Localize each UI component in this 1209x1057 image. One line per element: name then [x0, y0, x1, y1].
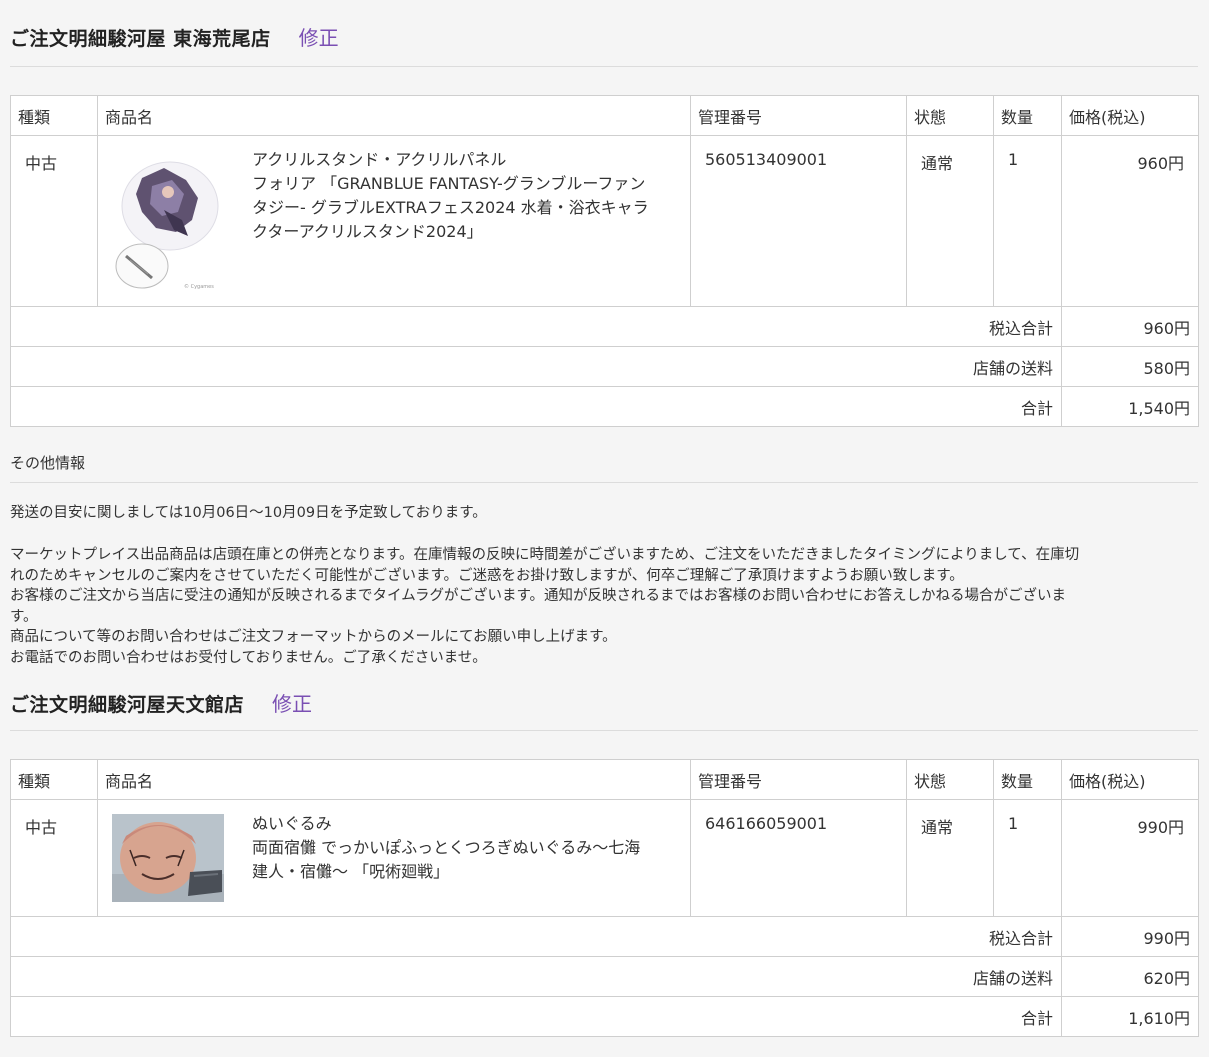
- header-condition: 状態: [906, 759, 994, 800]
- notice-line: お客様のご注文から当店に受注の通知が反映されるまでタイムラグがございます。通知が…: [10, 588, 1067, 604]
- subtotal-value: 960円: [1061, 306, 1199, 347]
- subtotal-label: 税込合計: [10, 916, 1062, 957]
- total-row: 合計 1,610円: [10, 996, 1199, 1037]
- header-type: 種類: [10, 95, 98, 136]
- shipping-notice-text: 発送の目安に関しましては10月06日～10月09日を予定致しております。: [10, 505, 487, 521]
- total-value: 1,610円: [1061, 996, 1199, 1037]
- product-image[interactable]: © Cygames: [112, 150, 224, 292]
- header-quantity: 数量: [993, 759, 1062, 800]
- product-name-line: クターアクリルスタンド2024」: [252, 222, 483, 241]
- header-product-name: 商品名: [97, 95, 691, 136]
- subtotal-row: 税込合計 990円: [10, 916, 1199, 957]
- notice-line: れのためキャンセルのご案内をさせていただく可能性がございます。ご迷惑をお掛け致し…: [10, 567, 964, 584]
- product-name-line: 両面宿儺 でっかいぽふっとくつろぎぬいぐるみ～七海: [252, 838, 641, 857]
- store-notice: マーケットプレイス出品商品は店頭在庫との併売となります。在庫情報の反映に時間差が…: [10, 545, 1198, 668]
- other-info-divider: [10, 482, 1198, 483]
- order2-title: ご注文明細駿河屋天文館店: [10, 694, 245, 716]
- other-info-title: その他情報: [10, 454, 86, 472]
- header-product-name: 商品名: [97, 759, 691, 800]
- total-value: 1,540円: [1061, 386, 1199, 427]
- item-product: ぬいぐるみ 両面宿儺 でっかいぽふっとくつろぎぬいぐるみ～七海 建人・宿儺～ 「…: [97, 799, 691, 917]
- item-condition: 通常: [906, 135, 994, 307]
- item-quantity: 1: [993, 135, 1062, 307]
- total-row: 合計 1,540円: [10, 386, 1199, 427]
- order1-divider: [10, 66, 1198, 67]
- product-name[interactable]: アクリルスタンド・アクリルパネル フォリア 「GRANBLUE FANTASY-…: [252, 148, 649, 292]
- product-name-line: フォリア 「GRANBLUE FANTASY-グランブルーファン: [252, 174, 646, 193]
- product-name-line: アクリルスタンド・アクリルパネル: [252, 150, 507, 169]
- item-product: © Cygames アクリルスタンド・アクリルパネル フォリア 「GRANBLU…: [97, 135, 691, 307]
- notice-line: お電話でのお問い合わせはお受付しておりません。ご了承くださいませ。: [10, 649, 487, 666]
- order1-table: 種類 商品名 管理番号 状態 数量 価格(税込) 中古 © Cygames アク…: [10, 95, 1199, 427]
- item-condition: 通常: [906, 799, 994, 917]
- shipping-notice: 発送の目安に関しましては10月06日～10月09日を予定致しております。: [10, 503, 1198, 524]
- product-name-line: 建人・宿儺～ 「呪術廻戦」: [252, 862, 450, 881]
- order2-header: ご注文明細駿河屋天文館店 修正: [10, 688, 312, 728]
- header-price: 価格(税込): [1061, 95, 1199, 136]
- order1-title: ご注文明細駿河屋 東海荒尾店: [10, 28, 271, 50]
- notice-line: マーケットプレイス出品商品は店頭在庫との併売となります。在庫情報の反映に時間差が…: [10, 547, 1080, 563]
- header-price: 価格(税込): [1061, 759, 1199, 800]
- table-header-row: 種類 商品名 管理番号 状態 数量 価格(税込): [10, 759, 1199, 800]
- product-name-line: ぬいぐるみ: [252, 814, 332, 833]
- subtotal-value: 990円: [1061, 916, 1199, 957]
- notice-line: 商品について等のお問い合わせはご注文フォーマットからのメールにてお願い申し上げま…: [10, 629, 617, 645]
- shipping-label: 店舗の送料: [10, 956, 1062, 997]
- header-type: 種類: [10, 759, 98, 800]
- item-code: 560513409001: [690, 135, 907, 307]
- product-name[interactable]: ぬいぐるみ 両面宿儺 でっかいぽふっとくつろぎぬいぐるみ～七海 建人・宿儺～ 「…: [252, 812, 640, 902]
- svg-text:© Cygames: © Cygames: [184, 283, 214, 290]
- item-quantity: 1: [993, 799, 1062, 917]
- order2-table: 種類 商品名 管理番号 状態 数量 価格(税込) 中古 ぬいぐるみ 両面宿儺 で…: [10, 759, 1199, 1037]
- shipping-row: 店舗の送料 620円: [10, 956, 1199, 997]
- notice-line: す。: [10, 608, 38, 625]
- header-condition: 状態: [906, 95, 994, 136]
- item-code: 646166059001: [690, 799, 907, 917]
- table-header-row: 種類 商品名 管理番号 状態 数量 価格(税込): [10, 95, 1199, 136]
- total-label: 合計: [10, 386, 1062, 427]
- order1-header: ご注文明細駿河屋 東海荒尾店 修正: [10, 22, 339, 62]
- shipping-value: 580円: [1061, 346, 1199, 387]
- order1-edit-link[interactable]: 修正: [299, 22, 339, 51]
- header-quantity: 数量: [993, 95, 1062, 136]
- product-name-line: タジー- グラブルEXTRAフェス2024 水着・浴衣キャラ: [252, 198, 649, 217]
- header-code: 管理番号: [690, 759, 907, 800]
- shipping-label: 店舗の送料: [10, 346, 1062, 387]
- header-code: 管理番号: [690, 95, 907, 136]
- total-label: 合計: [10, 996, 1062, 1037]
- product-image[interactable]: [112, 814, 224, 902]
- item-type: 中古: [10, 799, 98, 917]
- item-price: 960円: [1061, 135, 1199, 307]
- table-row: 中古 ぬいぐるみ 両面宿儺 でっかいぽふっとくつろぎぬいぐるみ～七海 建人・宿儺…: [10, 799, 1199, 917]
- subtotal-row: 税込合計 960円: [10, 306, 1199, 347]
- table-row: 中古 © Cygames アクリルスタンド・アクリルパネル フォリア 「GRAN…: [10, 135, 1199, 307]
- item-type: 中古: [10, 135, 98, 307]
- shipping-value: 620円: [1061, 956, 1199, 997]
- subtotal-label: 税込合計: [10, 306, 1062, 347]
- order2-edit-link[interactable]: 修正: [272, 688, 312, 717]
- shipping-row: 店舗の送料 580円: [10, 346, 1199, 387]
- item-price: 990円: [1061, 799, 1199, 917]
- order2-divider: [10, 730, 1198, 731]
